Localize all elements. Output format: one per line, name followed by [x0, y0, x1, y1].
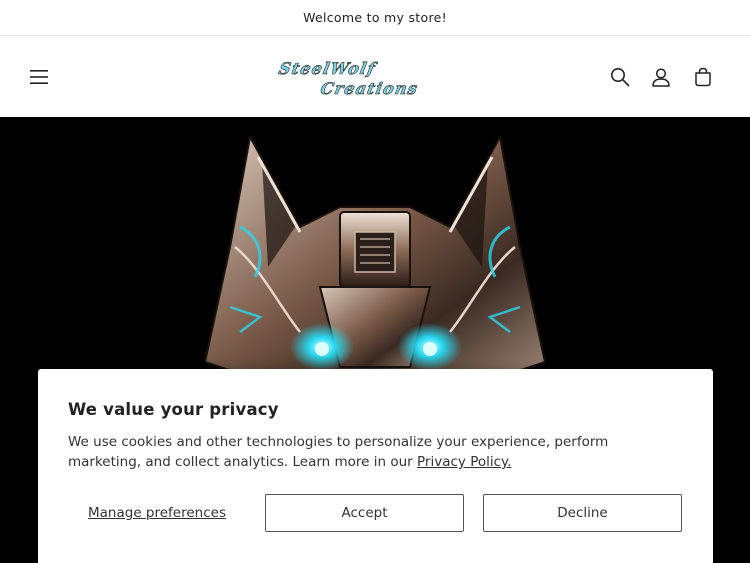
- menu-icon: [30, 69, 48, 84]
- decline-button[interactable]: Decline: [483, 494, 682, 532]
- consent-actions: Manage preferences Accept Decline: [68, 494, 683, 532]
- privacy-policy-link[interactable]: Privacy Policy.: [417, 454, 511, 470]
- logo-line-2: Creations: [319, 79, 420, 98]
- consent-body: We use cookies and other technologies to…: [68, 434, 609, 470]
- menu-button[interactable]: [19, 36, 59, 117]
- accept-button[interactable]: Accept: [265, 494, 464, 532]
- consent-title: We value your privacy: [68, 400, 279, 419]
- cart-icon: [695, 67, 711, 86]
- manage-preferences-button[interactable]: Manage preferences: [68, 494, 246, 532]
- account-button[interactable]: [641, 36, 681, 117]
- store-logo[interactable]: SteelWolf Creations: [270, 46, 480, 106]
- consent-text: We use cookies and other technologies to…: [68, 432, 683, 472]
- announcement-bar: Welcome to my store!: [0, 0, 750, 36]
- cart-button[interactable]: [683, 36, 723, 117]
- search-button[interactable]: [600, 36, 640, 117]
- logo-line-1: SteelWolf: [277, 59, 379, 78]
- site-header: SteelWolf Creations: [0, 36, 750, 117]
- announcement-text: Welcome to my store!: [303, 10, 447, 25]
- account-icon: [652, 67, 670, 87]
- cookie-consent-dialog: We value your privacy We use cookies and…: [38, 369, 713, 563]
- search-icon: [611, 67, 630, 86]
